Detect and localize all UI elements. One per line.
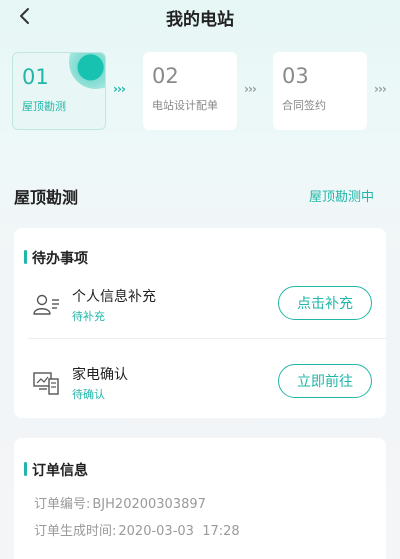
section-status: 屋顶勘测中 [308, 190, 374, 205]
step-label: 合同签约 [282, 99, 326, 112]
order-number-value: BJH20200303897 [92, 497, 206, 512]
order-info-card: 订单信息 订单编号: BJH20200303897 订单生成时间: 2020-03-… [14, 438, 386, 559]
todo-card: 待办事项 个人信息补充 待补充 点击补充 家电确认 待确认 立即前往 [14, 228, 386, 418]
order-number-label: 订单编号: [34, 497, 91, 512]
order-created-label: 订单生成时间: [34, 524, 117, 539]
person-info-icon [33, 294, 59, 315]
step-arrow-icon: ››› [113, 82, 126, 96]
todo-item-personal-info: 个人信息补充 待补充 点击补充 [14, 278, 386, 334]
step-highlight-decoration [69, 53, 105, 89]
progress-steps: 01 屋顶勘测 ››› 02 电站设计配单 ››› 03 合同签约 ››› [0, 52, 400, 132]
step-label: 电站设计配单 [152, 99, 218, 112]
todo-card-title: 待办事项 [24, 248, 88, 268]
step-number: 03 [282, 64, 309, 88]
divider [28, 338, 386, 339]
order-number-row: 订单编号: BJH20200303897 [34, 493, 206, 512]
order-created-value: 2020-03-03 17:28 [118, 524, 240, 539]
step-design[interactable]: 02 电站设计配单 [143, 52, 237, 130]
order-created-row: 订单生成时间: 2020-03-03 17:28 [34, 520, 240, 539]
step-contract[interactable]: 03 合同签约 [273, 52, 367, 130]
todo-item-status: 待补充 [72, 310, 105, 323]
supplement-button[interactable]: 点击补充 [278, 286, 372, 320]
go-now-button[interactable]: 立即前往 [278, 364, 372, 398]
step-arrow-icon: ››› [244, 82, 257, 96]
todo-item-appliance: 家电确认 待确认 立即前往 [14, 356, 386, 412]
section-header: 屋顶勘测 屋顶勘测中 [14, 184, 386, 207]
top-bar: 我的电站 [0, 0, 400, 34]
todo-item-title: 家电确认 [72, 367, 128, 383]
step-number: 02 [152, 64, 179, 88]
section-title: 屋顶勘测 [14, 188, 79, 207]
order-card-title: 订单信息 [24, 460, 88, 480]
step-roof-survey[interactable]: 01 屋顶勘测 [12, 52, 106, 130]
step-number: 01 [22, 65, 49, 89]
todo-item-title: 个人信息补充 [72, 289, 156, 305]
page-title: 我的电站 [166, 10, 234, 30]
appliance-icon [33, 372, 59, 395]
step-label: 屋顶勘测 [22, 100, 66, 113]
step-arrow-icon: ››› [374, 82, 387, 96]
todo-item-status: 待确认 [72, 388, 105, 401]
